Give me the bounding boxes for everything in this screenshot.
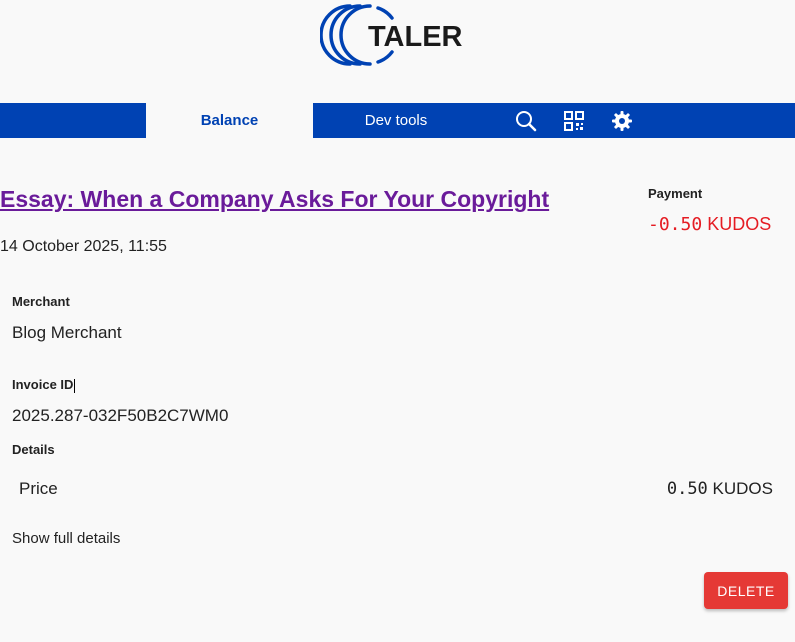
price-amount-value: 0.50: [666, 479, 708, 499]
taler-logo: TALER: [319, 0, 472, 70]
payment-amount: -0.50 KUDOS: [648, 214, 771, 235]
invoice-id-label: Invoice ID: [12, 377, 74, 392]
qr-code-icon[interactable]: [562, 109, 586, 133]
payment-label: Payment: [648, 186, 703, 201]
merchant-label: Merchant: [12, 294, 70, 309]
payment-amount-value: -0.50: [648, 214, 703, 235]
price-currency: KUDOS: [712, 479, 773, 498]
details-label: Details: [12, 442, 55, 457]
show-full-details-link[interactable]: Show full details: [12, 530, 120, 547]
delete-button[interactable]: DELETE: [704, 572, 788, 609]
price-label: Price: [19, 479, 58, 498]
text-cursor: [74, 378, 76, 393]
tab-dev-tools[interactable]: Dev tools: [313, 103, 479, 138]
transaction-title-link[interactable]: Essay: When a Company Asks For Your Copy…: [0, 186, 549, 213]
transaction-date: 14 October 2025, 11:55: [0, 238, 167, 255]
navbar: Balance Dev tools: [0, 103, 795, 138]
payment-currency: KUDOS: [707, 214, 772, 234]
merchant-value: Blog Merchant: [12, 323, 122, 342]
invoice-id-value: 2025.287-032F50B2C7WM0: [12, 406, 229, 425]
tab-balance[interactable]: Balance: [146, 103, 313, 138]
invoice-id-label-row: Invoice ID: [12, 377, 76, 393]
gear-icon[interactable]: [610, 109, 634, 133]
search-icon[interactable]: [514, 109, 538, 133]
price-amount: 0.50 KUDOS: [667, 479, 773, 499]
logo-text: TALER: [368, 21, 463, 53]
